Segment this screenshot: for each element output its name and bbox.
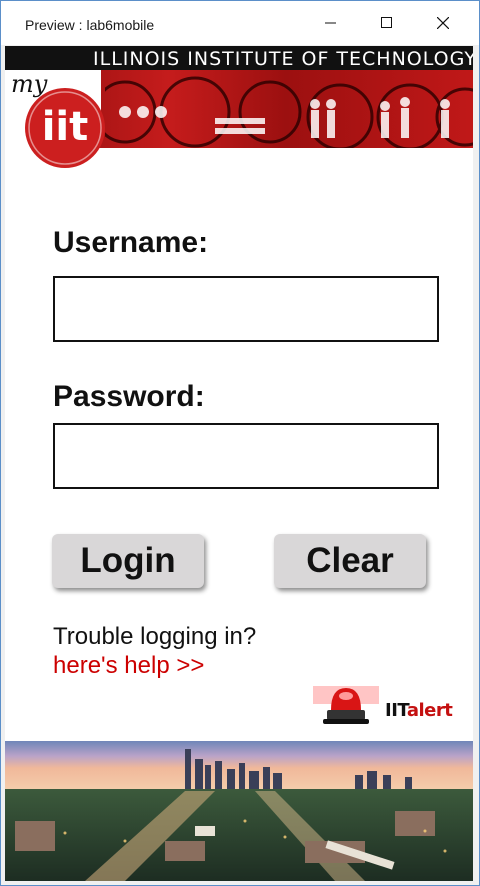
svg-text:my: my — [11, 70, 48, 98]
username-input[interactable] — [53, 276, 439, 342]
close-button[interactable] — [415, 1, 471, 45]
clear-button[interactable]: Clear — [274, 534, 426, 588]
help-link[interactable]: here's help >> — [53, 652, 204, 680]
password-label: Password: — [53, 380, 205, 413]
alert-prefix: IIT — [385, 700, 407, 721]
app-content: ILLINOIS INSTITUTE OF TECHNOLOGY my iit … — [5, 46, 473, 881]
minimize-button[interactable] — [303, 1, 359, 45]
password-input[interactable] — [53, 423, 439, 489]
people-graphic — [105, 76, 473, 148]
title-bar: Preview : lab6mobile — [1, 1, 479, 45]
banner-title: ILLINOIS INSTITUTE OF TECHNOLOGY — [93, 48, 473, 70]
username-label: Username: — [53, 226, 209, 259]
maximize-icon — [381, 17, 392, 28]
preview-window: Preview : lab6mobile ILLINOIS INSTITUTE … — [0, 0, 480, 886]
svg-text:iit: iit — [42, 104, 89, 150]
chicago-skyline-image — [5, 741, 473, 881]
myiit-logo[interactable]: my iit — [5, 70, 115, 170]
iit-alert-link[interactable]: IITalert — [311, 676, 461, 728]
window-title: Preview : lab6mobile — [25, 17, 155, 33]
trouble-text: Trouble logging in? — [53, 623, 257, 650]
maximize-button[interactable] — [359, 1, 415, 45]
siren-icon — [313, 686, 379, 724]
alert-suffix: alert — [406, 700, 453, 721]
close-icon — [437, 17, 449, 29]
minimize-icon — [325, 22, 336, 24]
login-button[interactable]: Login — [52, 534, 204, 588]
iit-alert-label: IITalert — [385, 700, 453, 721]
header-banner: ILLINOIS INSTITUTE OF TECHNOLOGY my iit — [5, 46, 473, 168]
